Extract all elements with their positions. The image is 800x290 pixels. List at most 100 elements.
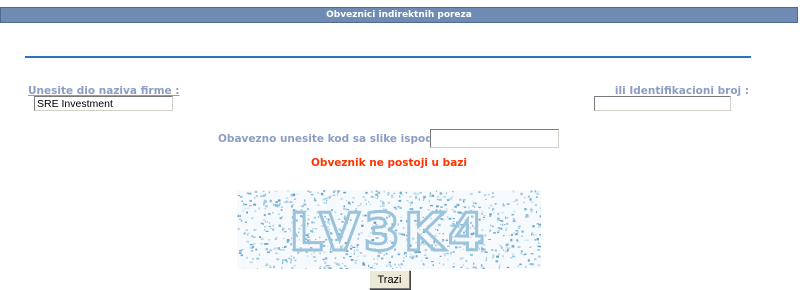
captcha-noise-dot (264, 226, 266, 228)
error-message: Obveznik ne postoji u bazi (311, 157, 467, 169)
captcha-noise-dot (521, 230, 524, 233)
captcha-noise-dot (419, 192, 422, 194)
captcha-noise-dot (342, 263, 344, 265)
captcha-noise-dot (511, 233, 513, 236)
captcha-noise-dot (284, 245, 287, 248)
captcha-noise-dot (499, 244, 502, 247)
firm-name-input[interactable] (34, 96, 173, 111)
captcha-code-input[interactable] (430, 129, 559, 148)
captcha-noise-dot (254, 190, 258, 193)
captcha-noise-dot (262, 190, 265, 193)
captcha-noise-dot (399, 191, 402, 195)
captcha-noise-dot (309, 191, 312, 194)
captcha-noise-dot (511, 214, 515, 216)
captcha-noise-dot (530, 253, 534, 255)
captcha-noise-dot (393, 192, 396, 195)
captcha-noise-dot (240, 254, 243, 257)
captcha-noise-dot (372, 265, 374, 268)
captcha-noise-dot (399, 195, 401, 198)
captcha-noise-dot (423, 195, 426, 199)
captcha-noise-dot (527, 259, 530, 262)
captcha-noise-dot (256, 257, 260, 260)
captcha-noise-dot (249, 261, 253, 263)
captcha-noise-dot (291, 267, 294, 269)
captcha-noise-dot (524, 253, 527, 255)
captcha-noise-dot (383, 190, 385, 193)
captcha-noise-dot (499, 228, 501, 230)
captcha-noise-dot (520, 252, 522, 254)
captcha-noise-dot (480, 265, 484, 268)
captcha-noise-dot (251, 250, 253, 252)
captcha-noise-dot (539, 215, 541, 218)
captcha-noise-dot (512, 218, 515, 220)
captcha-noise-dot (283, 237, 286, 239)
captcha-noise-dot (534, 239, 536, 241)
captcha-noise-dot (518, 225, 521, 228)
captcha-noise-dot (451, 196, 454, 199)
captcha-noise-dot (336, 193, 338, 196)
captcha-code-text: LV3K4 (290, 203, 489, 263)
captcha-noise-dot (498, 266, 500, 269)
captcha-noise-dot (536, 210, 538, 214)
captcha-noise-dot (275, 237, 278, 239)
captcha-noise-dot (396, 266, 398, 268)
captcha-noise-dot (296, 193, 299, 195)
captcha-noise-dot (534, 190, 536, 193)
captcha-noise-dot (466, 267, 469, 269)
captcha-code-label: Obavezno unesite kod sa slike ispod: (218, 133, 437, 145)
captcha-noise-dot (275, 201, 278, 204)
captcha-noise-dot (504, 250, 507, 253)
captcha-noise-dot (375, 190, 378, 192)
captcha-noise-dot (265, 230, 269, 232)
captcha-noise-dot (325, 265, 329, 267)
captcha-noise-dot (370, 196, 374, 198)
captcha-noise-dot (320, 192, 324, 196)
page-title: Obveznici indirektnih poreza (0, 7, 798, 23)
captcha-noise-dot (413, 192, 417, 195)
captcha-noise-dot (283, 201, 286, 203)
captcha-noise-dot (460, 266, 463, 268)
captcha-noise-dot (249, 246, 251, 249)
captcha-noise-dot (489, 215, 492, 217)
captcha-noise-dot (494, 203, 497, 205)
captcha-noise-dot (269, 264, 271, 267)
search-button[interactable]: Trazi (369, 270, 410, 289)
captcha-noise-dot (263, 229, 266, 231)
captcha-noise-dot (534, 258, 537, 261)
captcha-noise-dot (258, 253, 261, 256)
captcha-noise-dot (243, 203, 245, 206)
captcha-noise-dot (281, 247, 284, 249)
captcha-noise-dot (336, 263, 338, 266)
captcha-noise-dot (517, 265, 520, 267)
captcha-noise-dot (272, 224, 274, 227)
captcha-noise-dot (268, 225, 271, 227)
captcha-noise-dot (272, 228, 275, 231)
captcha-noise-dot (532, 225, 535, 228)
captcha-noise-dot (254, 210, 257, 213)
captcha-noise-dot (497, 229, 500, 232)
captcha-noise-dot (265, 248, 268, 251)
captcha-noise-dot (536, 238, 539, 241)
captcha-noise-dot (512, 190, 515, 193)
captcha-noise-dot (265, 263, 269, 266)
captcha-noise-dot (239, 218, 242, 221)
captcha-noise-dot (422, 264, 425, 266)
captcha-noise-dot (391, 194, 393, 196)
id-number-input[interactable] (594, 96, 731, 111)
captcha-noise-dot (489, 229, 491, 232)
captcha-noise-dot (386, 264, 388, 267)
captcha-noise-dot (327, 267, 330, 269)
captcha-noise-dot (535, 234, 537, 236)
captcha-noise-dot (493, 212, 495, 214)
captcha-noise-dot (513, 232, 516, 234)
captcha-noise-dot (245, 229, 248, 232)
captcha-noise-dot (293, 264, 296, 267)
captcha-noise-dot (519, 263, 522, 266)
captcha-noise-dot (415, 195, 417, 198)
captcha-noise-dot (459, 198, 462, 201)
captcha-noise-dot (498, 253, 500, 255)
captcha-noise-dot (237, 227, 240, 230)
captcha-noise-dot (501, 246, 503, 249)
captcha-noise-dot (255, 248, 258, 251)
captcha-noise-dot (280, 209, 283, 211)
